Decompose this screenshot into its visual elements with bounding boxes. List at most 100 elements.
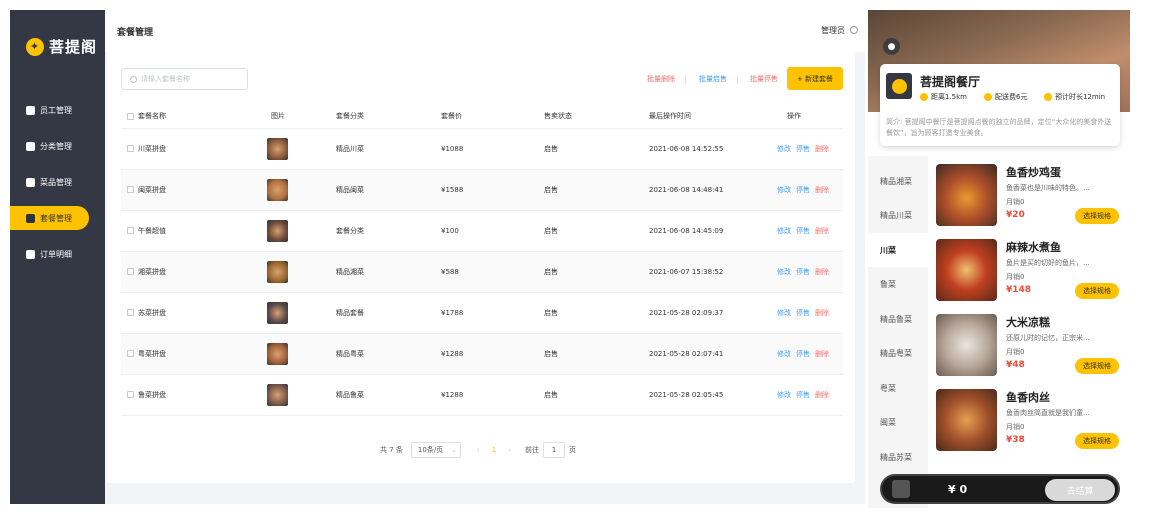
dish-image (936, 314, 997, 376)
gift-icon (26, 213, 35, 223)
user-icon[interactable]: ● (883, 38, 900, 55)
setmeal-time: 2021-06-08 14:52:55 (649, 128, 767, 170)
delete-link[interactable]: 删除 (815, 391, 829, 399)
setmeal-status: 启售 (544, 251, 649, 293)
sidebar-item-orders[interactable]: 订单明细 (10, 242, 89, 266)
edit-link[interactable]: 修改 (777, 309, 791, 317)
category-item[interactable]: 精品苏菜 (868, 440, 928, 474)
page-number[interactable]: 1 (492, 446, 496, 454)
dish-item: 大米凉糕 还原儿时的记忆，正宗米... 月销0 ¥48 选择规格 (936, 314, 1126, 384)
admin-label: 管理员 (821, 26, 845, 35)
row-checkbox[interactable] (127, 309, 134, 316)
delete-link[interactable]: 删除 (815, 145, 829, 153)
column-header: 套餐价 (441, 105, 544, 129)
new-setmeal-button[interactable]: + 新建套餐 (787, 67, 843, 90)
delete-link[interactable]: 删除 (815, 186, 829, 194)
setmeal-status: 启售 (544, 374, 649, 416)
content-card: 请输入套餐名称 批量删除 批量启售 批量停售 + 新建套餐 套餐名称 图片 套餐… (107, 51, 855, 483)
setmeal-price: ¥100 (441, 210, 544, 252)
row-checkbox[interactable] (127, 145, 134, 152)
category-item[interactable]: 精品鲁菜 (868, 302, 928, 336)
table-row: 闽菜拼盘 精品闽菜 ¥1588 启售 2021-06-08 14:48:41 修改 停售 删除 (121, 169, 843, 211)
dish-item: 麻辣水煮鱼 鱼片是买的切好的鱼片，... 月销0 ¥148 选择规格 (936, 239, 1126, 309)
column-header: 套餐名称 (138, 112, 166, 121)
edit-link[interactable]: 修改 (777, 391, 791, 399)
edit-link[interactable]: 修改 (777, 227, 791, 235)
sidebar-item-setmeals[interactable]: 套餐管理 (10, 206, 89, 230)
setmeal-category: 套餐分类 (336, 210, 441, 252)
setmeal-time: 2021-05-28 02:07:41 (649, 333, 767, 375)
shop-description: 简介: 菩提阁中餐厅是菩提阁点餐的独立的品牌，定位“大众化的美食外送餐饮”，旨为… (886, 118, 1112, 137)
logo: ✦ 菩提阁 (26, 36, 97, 57)
location-icon (920, 93, 928, 101)
select-spec-button[interactable]: 选择规格 (1075, 358, 1119, 374)
batch-enable-button[interactable]: 批量启售 (699, 74, 727, 84)
top-bar: 套餐管理 管理员 (105, 10, 865, 52)
setmeal-name: 川菜拼盘 (138, 144, 166, 153)
dish-description: 鱼片是买的切好的鱼片，... (1006, 259, 1090, 267)
batch-disable-button[interactable]: 批量停售 (750, 74, 778, 84)
delete-link[interactable]: 删除 (815, 309, 829, 317)
sidebar-item-dishes[interactable]: 菜品管理 (10, 170, 89, 194)
disable-link[interactable]: 停售 (796, 309, 810, 317)
disable-link[interactable]: 停售 (796, 227, 810, 235)
disable-link[interactable]: 停售 (796, 268, 810, 276)
dish-icon (26, 177, 35, 187)
dish-sales: 月销0 (1006, 348, 1025, 356)
power-icon[interactable] (850, 26, 858, 34)
cart-bar: ¥ 0 去结算 (880, 474, 1120, 504)
setmeal-price: ¥588 (441, 251, 544, 293)
row-checkbox[interactable] (127, 268, 134, 275)
select-spec-button[interactable]: 选择规格 (1075, 283, 1119, 299)
delete-link[interactable]: 删除 (815, 227, 829, 235)
setmeal-price: ¥1288 (441, 374, 544, 416)
user-info-icon (26, 105, 35, 115)
setmeal-price: ¥1788 (441, 292, 544, 334)
delete-link[interactable]: 删除 (815, 268, 829, 276)
disable-link[interactable]: 停售 (796, 350, 810, 358)
prev-page-button[interactable]: ‹ (477, 446, 480, 454)
dish-price: ¥48 (1006, 360, 1025, 370)
edit-link[interactable]: 修改 (777, 268, 791, 276)
batch-delete-button[interactable]: 批量删除 (647, 74, 675, 84)
category-item[interactable]: 精品川菜 (868, 199, 928, 233)
edit-link[interactable]: 修改 (777, 145, 791, 153)
setmeal-category: 精品川菜 (336, 128, 441, 170)
sidebar-item-categories[interactable]: 分类管理 (10, 134, 89, 158)
category-item[interactable]: 闽菜 (868, 406, 928, 440)
select-all-checkbox[interactable] (127, 112, 134, 120)
dish-sales: 月销0 (1006, 273, 1025, 281)
divider (737, 75, 738, 84)
setmeal-price: ¥1088 (441, 128, 544, 170)
dish-sales: 月销0 (1006, 198, 1025, 206)
select-spec-button[interactable]: 选择规格 (1075, 208, 1119, 224)
setmeal-category: 精品鲁菜 (336, 374, 441, 416)
edit-link[interactable]: 修改 (777, 186, 791, 194)
category-item[interactable]: 粤菜 (868, 371, 928, 405)
next-page-button[interactable]: › (508, 446, 511, 454)
row-checkbox[interactable] (127, 186, 134, 193)
cart-icon[interactable] (892, 480, 910, 498)
dish-description: 还原儿时的记忆，正宗米... (1006, 334, 1090, 342)
sidebar: ✦ 菩提阁 员工管理 分类管理 菜品管理 套餐管理 订单明细 (10, 10, 105, 504)
goto-page-input[interactable]: 1 (543, 442, 565, 458)
disable-link[interactable]: 停售 (796, 391, 810, 399)
category-item[interactable]: 鲁菜 (868, 268, 928, 302)
checkout-button[interactable]: 去结算 (1045, 479, 1115, 501)
disable-link[interactable]: 停售 (796, 186, 810, 194)
category-item[interactable]: 精品湘菜 (868, 164, 928, 198)
row-checkbox[interactable] (127, 350, 134, 357)
select-spec-button[interactable]: 选择规格 (1075, 433, 1119, 449)
sidebar-item-employees[interactable]: 员工管理 (10, 98, 89, 122)
disable-link[interactable]: 停售 (796, 145, 810, 153)
delete-link[interactable]: 删除 (815, 350, 829, 358)
category-item[interactable]: 精品粤菜 (868, 337, 928, 371)
category-item[interactable]: 川菜 (868, 233, 928, 267)
row-checkbox[interactable] (127, 227, 134, 234)
row-checkbox[interactable] (127, 391, 134, 398)
logo-text: 菩提阁 (49, 38, 98, 56)
edit-link[interactable]: 修改 (777, 350, 791, 358)
page-size-select[interactable]: 10条/页 ⌄ (410, 442, 461, 458)
setmeal-image (267, 301, 288, 324)
search-input[interactable]: 请输入套餐名称 (121, 68, 248, 90)
